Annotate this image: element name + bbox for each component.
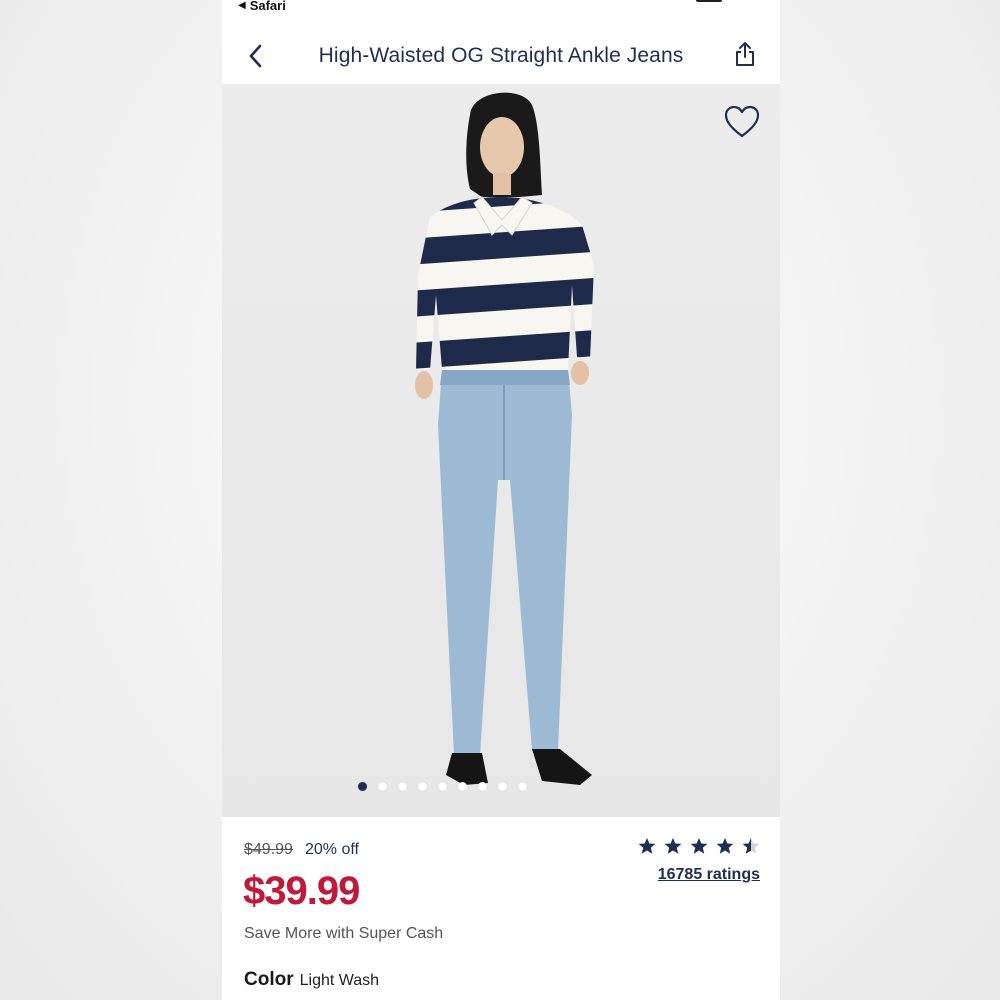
carousel-dot-5[interactable] xyxy=(437,782,447,791)
carousel-dot-2[interactable] xyxy=(377,782,387,791)
product-image[interactable] xyxy=(222,85,780,817)
back-to-app[interactable]: ◀ Safari xyxy=(238,0,286,13)
original-price: $49.99 xyxy=(244,841,293,858)
color-value: Light Wash xyxy=(299,972,380,989)
carousel-dot-4[interactable] xyxy=(417,782,427,791)
color-selection: Color Light Wash xyxy=(244,969,379,991)
carousel-dot-3[interactable] xyxy=(397,782,407,791)
page-title: High-Waisted OG Straight Ankle Jeans xyxy=(318,44,684,67)
heart-icon[interactable] xyxy=(724,105,760,139)
chevron-left-icon[interactable] xyxy=(244,42,268,70)
carousel-dot-9[interactable] xyxy=(517,782,527,791)
navigation-bar: High-Waisted OG Straight Ankle Jeans xyxy=(222,28,780,85)
carousel-dot-1[interactable] xyxy=(357,782,367,791)
sale-price: $39.99 xyxy=(243,869,360,913)
status-indicator xyxy=(696,0,722,2)
carousel-dot-7[interactable] xyxy=(477,782,487,791)
product-info: $49.99 20% off $39.99 Save More with Sup… xyxy=(222,817,780,1000)
carousel-dots xyxy=(222,782,780,791)
carousel-dot-8[interactable] xyxy=(497,782,507,791)
carousel-dot-6[interactable] xyxy=(457,782,467,791)
half-star-icon xyxy=(742,837,760,854)
star-icon xyxy=(716,837,734,854)
star-icon xyxy=(638,837,656,854)
super-cash-text: Save More with Super Cash xyxy=(244,925,444,942)
star-rating[interactable] xyxy=(638,837,760,855)
color-label: Color xyxy=(244,969,294,990)
discount-label: 20% off xyxy=(305,841,359,858)
ratings-count-link[interactable]: 16785 ratings xyxy=(658,866,760,884)
model-figure xyxy=(415,92,594,785)
star-icon xyxy=(664,837,682,854)
star-icon xyxy=(690,837,708,854)
back-triangle-icon: ◀ xyxy=(238,0,246,11)
back-app-label: Safari xyxy=(249,0,286,13)
share-icon[interactable] xyxy=(734,41,756,67)
phone-screen: ◀ Safari High-Waisted OG Straight Ankle … xyxy=(222,0,780,1000)
